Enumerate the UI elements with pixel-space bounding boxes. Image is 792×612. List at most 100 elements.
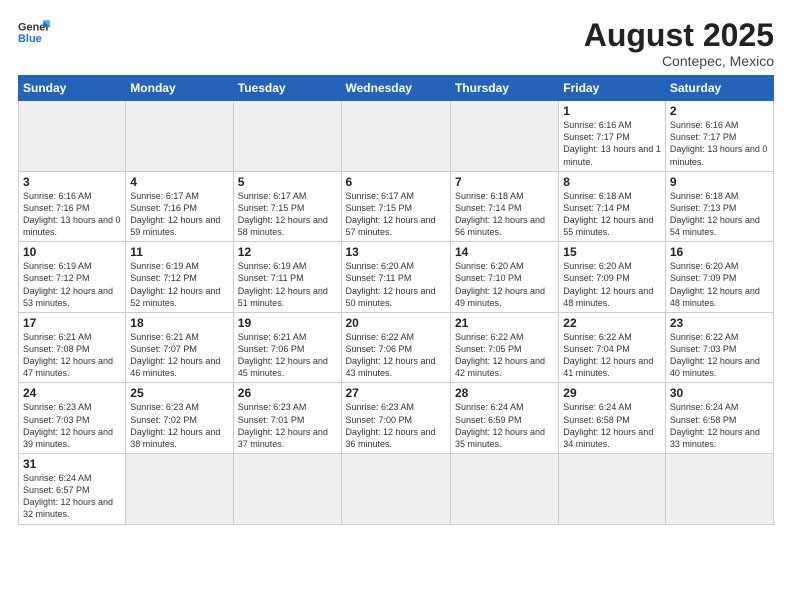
calendar-cell-w6-d3 [233,454,341,525]
calendar-cell-w3-d1: 10Sunrise: 6:19 AM Sunset: 7:12 PM Dayli… [19,242,126,313]
calendar-week-1: 1Sunrise: 6:16 AM Sunset: 7:17 PM Daylig… [19,101,774,172]
day-number: 16 [670,245,769,259]
calendar-cell-w2-d2: 4Sunrise: 6:17 AM Sunset: 7:16 PM Daylig… [126,171,233,242]
calendar-cell-w2-d1: 3Sunrise: 6:16 AM Sunset: 7:16 PM Daylig… [19,171,126,242]
day-number: 11 [130,245,228,259]
col-thursday: Thursday [450,76,558,101]
day-info: Sunrise: 6:24 AM Sunset: 6:58 PM Dayligh… [563,401,661,450]
day-number: 29 [563,386,661,400]
day-number: 18 [130,316,228,330]
day-number: 6 [346,175,446,189]
day-number: 9 [670,175,769,189]
calendar-week-5: 24Sunrise: 6:23 AM Sunset: 7:03 PM Dayli… [19,383,774,454]
day-info: Sunrise: 6:23 AM Sunset: 7:01 PM Dayligh… [238,401,337,450]
calendar-cell-w2-d6: 8Sunrise: 6:18 AM Sunset: 7:14 PM Daylig… [559,171,666,242]
day-number: 20 [346,316,446,330]
calendar-cell-w5-d6: 29Sunrise: 6:24 AM Sunset: 6:58 PM Dayli… [559,383,666,454]
day-number: 26 [238,386,337,400]
calendar-cell-w3-d5: 14Sunrise: 6:20 AM Sunset: 7:10 PM Dayli… [450,242,558,313]
day-info: Sunrise: 6:18 AM Sunset: 7:14 PM Dayligh… [563,190,661,239]
calendar-cell-w1-d6: 1Sunrise: 6:16 AM Sunset: 7:17 PM Daylig… [559,101,666,172]
day-info: Sunrise: 6:18 AM Sunset: 7:13 PM Dayligh… [670,190,769,239]
calendar-cell-w1-d3 [233,101,341,172]
calendar-header-row: Sunday Monday Tuesday Wednesday Thursday… [19,76,774,101]
day-info: Sunrise: 6:20 AM Sunset: 7:09 PM Dayligh… [670,260,769,309]
calendar-cell-w2-d4: 6Sunrise: 6:17 AM Sunset: 7:15 PM Daylig… [341,171,450,242]
day-info: Sunrise: 6:21 AM Sunset: 7:06 PM Dayligh… [238,331,337,380]
day-number: 24 [23,386,121,400]
day-info: Sunrise: 6:19 AM Sunset: 7:12 PM Dayligh… [130,260,228,309]
day-info: Sunrise: 6:22 AM Sunset: 7:06 PM Dayligh… [346,331,446,380]
day-info: Sunrise: 6:17 AM Sunset: 7:15 PM Dayligh… [346,190,446,239]
day-number: 12 [238,245,337,259]
day-info: Sunrise: 6:16 AM Sunset: 7:17 PM Dayligh… [670,119,769,168]
col-friday: Friday [559,76,666,101]
day-number: 2 [670,104,769,118]
calendar-cell-w1-d5 [450,101,558,172]
calendar-cell-w3-d4: 13Sunrise: 6:20 AM Sunset: 7:11 PM Dayli… [341,242,450,313]
day-number: 3 [23,175,121,189]
location-subtitle: Contepec, Mexico [584,53,774,69]
calendar-cell-w4-d4: 20Sunrise: 6:22 AM Sunset: 7:06 PM Dayli… [341,312,450,383]
calendar-cell-w6-d6 [559,454,666,525]
col-sunday: Sunday [19,76,126,101]
calendar-cell-w4-d1: 17Sunrise: 6:21 AM Sunset: 7:08 PM Dayli… [19,312,126,383]
day-info: Sunrise: 6:18 AM Sunset: 7:14 PM Dayligh… [455,190,554,239]
day-number: 15 [563,245,661,259]
day-info: Sunrise: 6:23 AM Sunset: 7:00 PM Dayligh… [346,401,446,450]
calendar-cell-w2-d5: 7Sunrise: 6:18 AM Sunset: 7:14 PM Daylig… [450,171,558,242]
day-info: Sunrise: 6:21 AM Sunset: 7:08 PM Dayligh… [23,331,121,380]
day-info: Sunrise: 6:24 AM Sunset: 6:59 PM Dayligh… [455,401,554,450]
day-info: Sunrise: 6:21 AM Sunset: 7:07 PM Dayligh… [130,331,228,380]
day-number: 21 [455,316,554,330]
calendar-cell-w6-d2 [126,454,233,525]
day-number: 31 [23,457,121,471]
calendar-cell-w4-d7: 23Sunrise: 6:22 AM Sunset: 7:03 PM Dayli… [665,312,773,383]
col-saturday: Saturday [665,76,773,101]
calendar-cell-w5-d1: 24Sunrise: 6:23 AM Sunset: 7:03 PM Dayli… [19,383,126,454]
day-info: Sunrise: 6:22 AM Sunset: 7:05 PM Dayligh… [455,331,554,380]
day-info: Sunrise: 6:17 AM Sunset: 7:15 PM Dayligh… [238,190,337,239]
col-monday: Monday [126,76,233,101]
day-number: 19 [238,316,337,330]
calendar-cell-w1-d4 [341,101,450,172]
calendar-cell-w4-d3: 19Sunrise: 6:21 AM Sunset: 7:06 PM Dayli… [233,312,341,383]
calendar-week-6: 31Sunrise: 6:24 AM Sunset: 6:57 PM Dayli… [19,454,774,525]
calendar-week-2: 3Sunrise: 6:16 AM Sunset: 7:16 PM Daylig… [19,171,774,242]
day-number: 5 [238,175,337,189]
day-info: Sunrise: 6:22 AM Sunset: 7:03 PM Dayligh… [670,331,769,380]
calendar-week-3: 10Sunrise: 6:19 AM Sunset: 7:12 PM Dayli… [19,242,774,313]
day-number: 1 [563,104,661,118]
calendar-cell-w2-d3: 5Sunrise: 6:17 AM Sunset: 7:15 PM Daylig… [233,171,341,242]
col-tuesday: Tuesday [233,76,341,101]
day-info: Sunrise: 6:20 AM Sunset: 7:10 PM Dayligh… [455,260,554,309]
calendar-cell-w4-d5: 21Sunrise: 6:22 AM Sunset: 7:05 PM Dayli… [450,312,558,383]
day-info: Sunrise: 6:17 AM Sunset: 7:16 PM Dayligh… [130,190,228,239]
title-block: August 2025 Contepec, Mexico [584,18,774,69]
page: General Blue August 2025 Contepec, Mexic… [0,0,792,612]
day-number: 25 [130,386,228,400]
calendar-cell-w1-d1 [19,101,126,172]
generalblue-logo-icon: General Blue [18,18,50,46]
day-info: Sunrise: 6:23 AM Sunset: 7:03 PM Dayligh… [23,401,121,450]
day-number: 8 [563,175,661,189]
day-number: 17 [23,316,121,330]
calendar-cell-w6-d1: 31Sunrise: 6:24 AM Sunset: 6:57 PM Dayli… [19,454,126,525]
day-number: 14 [455,245,554,259]
calendar-cell-w6-d7 [665,454,773,525]
day-info: Sunrise: 6:19 AM Sunset: 7:11 PM Dayligh… [238,260,337,309]
day-number: 10 [23,245,121,259]
header: General Blue August 2025 Contepec, Mexic… [18,18,774,69]
day-info: Sunrise: 6:20 AM Sunset: 7:11 PM Dayligh… [346,260,446,309]
calendar-table: Sunday Monday Tuesday Wednesday Thursday… [18,75,774,524]
day-info: Sunrise: 6:16 AM Sunset: 7:17 PM Dayligh… [563,119,661,168]
day-number: 28 [455,386,554,400]
day-info: Sunrise: 6:16 AM Sunset: 7:16 PM Dayligh… [23,190,121,239]
day-number: 22 [563,316,661,330]
day-info: Sunrise: 6:20 AM Sunset: 7:09 PM Dayligh… [563,260,661,309]
day-info: Sunrise: 6:24 AM Sunset: 6:58 PM Dayligh… [670,401,769,450]
col-wednesday: Wednesday [341,76,450,101]
calendar-cell-w3-d6: 15Sunrise: 6:20 AM Sunset: 7:09 PM Dayli… [559,242,666,313]
day-info: Sunrise: 6:19 AM Sunset: 7:12 PM Dayligh… [23,260,121,309]
calendar-cell-w1-d7: 2Sunrise: 6:16 AM Sunset: 7:17 PM Daylig… [665,101,773,172]
